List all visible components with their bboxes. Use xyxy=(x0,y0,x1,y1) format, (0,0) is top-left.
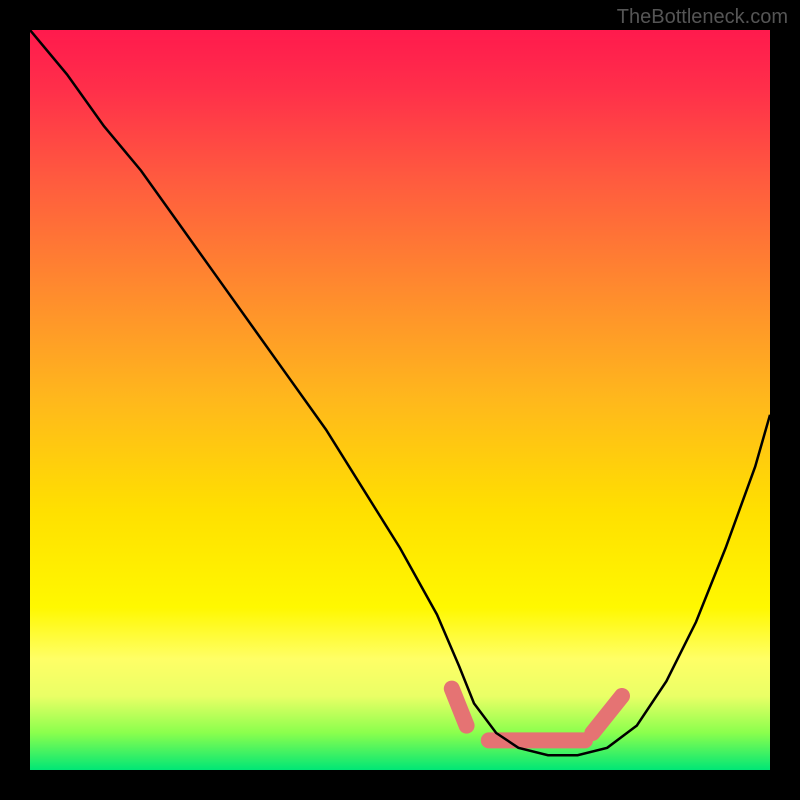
watermark-label: TheBottleneck.com xyxy=(617,6,788,29)
frame-bottom xyxy=(0,770,800,800)
chart-accent-segment xyxy=(452,689,467,726)
frame-right xyxy=(770,0,800,800)
chart-svg xyxy=(30,30,770,770)
chart-plot-area xyxy=(30,30,770,770)
chart-accent-segment xyxy=(592,696,622,733)
frame-left xyxy=(0,0,30,800)
chart-line-series xyxy=(30,30,770,755)
